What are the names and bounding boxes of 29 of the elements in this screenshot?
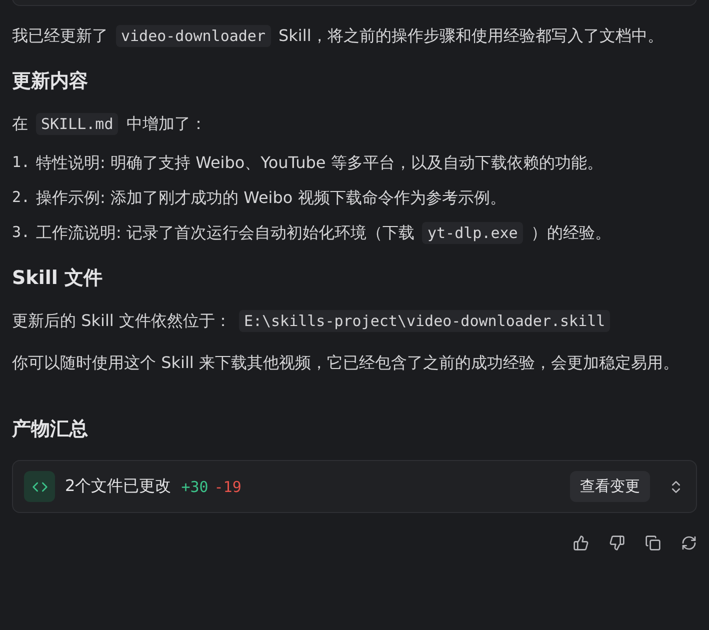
lines-added: +30: [181, 478, 208, 496]
list-number: 2.: [12, 187, 32, 208]
paragraph-text: 更新后的 Skill 文件依然位于：: [12, 311, 231, 330]
section-heading: Skill 文件: [12, 266, 104, 291]
view-changes-button[interactable]: 查看变更: [570, 471, 650, 502]
paragraph-text: 中增加了：: [126, 114, 206, 133]
paragraph-text: 操作示例: 添加了刚才成功的 Weibo 视频下载命令作为参考示例。: [36, 188, 506, 207]
paragraph-text: ）的经验。: [530, 223, 611, 242]
changes-summary: 2个文件已更改: [65, 476, 172, 497]
thumbs-up-icon[interactable]: [573, 535, 589, 551]
paragraph-text: 在: [12, 114, 28, 133]
list-number: 3.: [12, 222, 32, 243]
paragraph-text: 我已经更新了: [12, 26, 108, 45]
inline-code: E:\skills-project\video-downloader.skill: [238, 310, 610, 332]
lines-removed: -19: [214, 478, 242, 496]
paragraph-text: 你可以随时使用这个 Skill 来下载其他视频，它已经包含了之前的成功经验，会更加稳定易用。: [12, 353, 679, 372]
inline-code: yt-dlp.exe: [422, 222, 523, 244]
section-heading: 更新内容: [12, 69, 89, 94]
inline-code: SKILL.md: [36, 113, 118, 135]
paragraph-text: 工作流说明: 记录了首次运行会自动初始化环境（下载: [36, 223, 414, 242]
copy-icon[interactable]: [645, 535, 661, 551]
thumbs-down-icon[interactable]: [609, 535, 625, 551]
inline-code: video-downloader: [116, 25, 270, 47]
paragraph-text: 特性说明: 明确了支持 Weibo、YouTube 等多平台，以及自动下载依赖的功能。: [36, 153, 603, 172]
paragraph-text: Skill，将之前的操作步骤和使用经验都写入了文档中。: [278, 26, 664, 45]
code-icon: [24, 471, 55, 502]
refresh-icon[interactable]: [681, 535, 697, 551]
section-heading: 产物汇总: [12, 417, 89, 442]
list-number: 1.: [12, 152, 32, 173]
